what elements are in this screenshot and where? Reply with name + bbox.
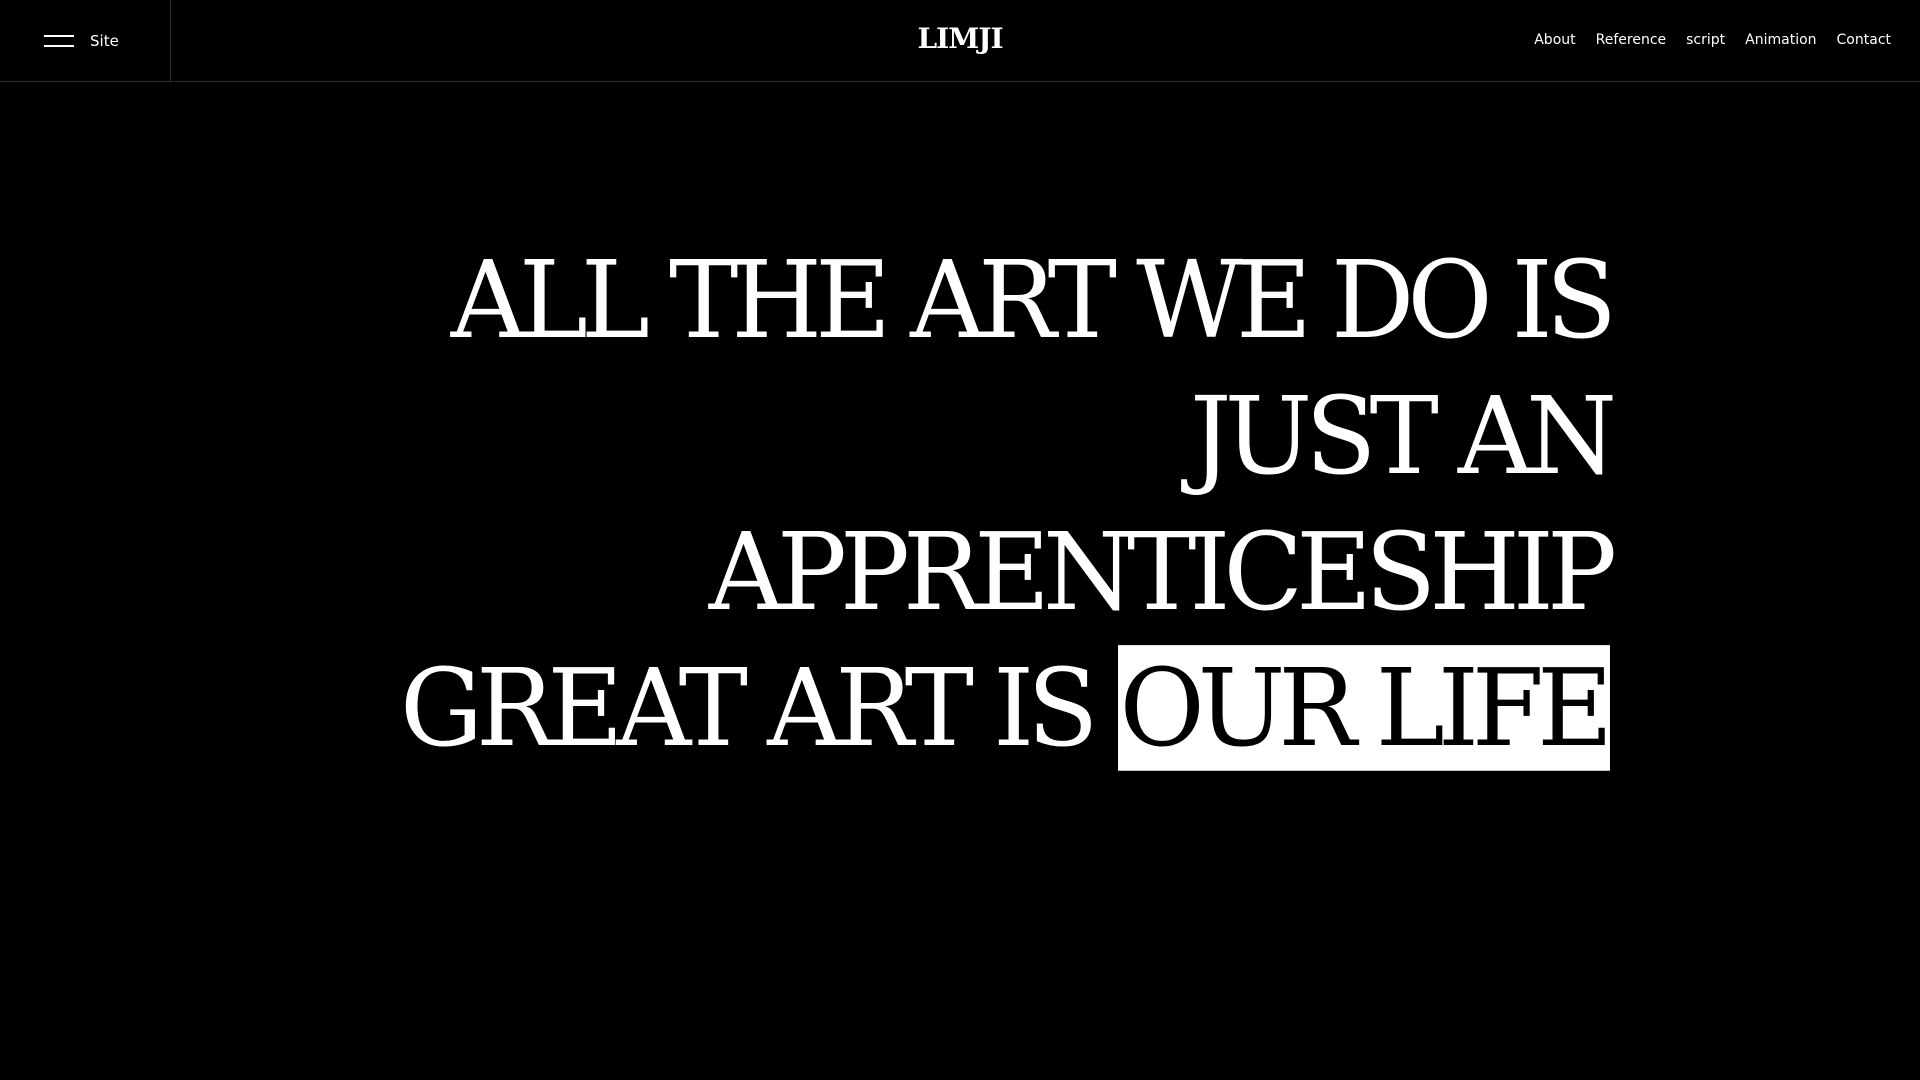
main-nav: About Reference script Animation Contact — [1534, 30, 1891, 50]
hero-line-1: ALL THE ART WE DO IS — [450, 237, 1617, 363]
hero-headline: ALL THE ART WE DO IS JUST AN APPRENTICES… — [260, 232, 1617, 776]
hero-line-2: JUST AN — [1189, 373, 1617, 499]
site-header: Site LIMJI About Reference script Animat… — [0, 0, 1920, 82]
hero-highlight: OUR LIFE — [1117, 645, 1613, 771]
site-menu-button[interactable]: Site — [0, 0, 171, 82]
site-menu-label[interactable]: Site — [90, 31, 119, 51]
nav-link-animation[interactable]: Animation — [1745, 30, 1816, 50]
nav-link-contact[interactable]: Contact — [1837, 30, 1891, 50]
nav-link-reference[interactable]: Reference — [1596, 30, 1667, 50]
hero-line-3: APPRENTICESHIP — [708, 509, 1617, 635]
hero-line-4-text: GREAT ART IS — [399, 645, 1098, 771]
logo[interactable]: LIMJI — [917, 22, 1003, 55]
hamburger-icon[interactable] — [44, 35, 74, 47]
nav-link-about[interactable]: About — [1534, 30, 1575, 50]
nav-link-script[interactable]: script — [1686, 30, 1725, 50]
hero-line-4: GREAT ART IS OUR LIFE — [260, 640, 1613, 776]
